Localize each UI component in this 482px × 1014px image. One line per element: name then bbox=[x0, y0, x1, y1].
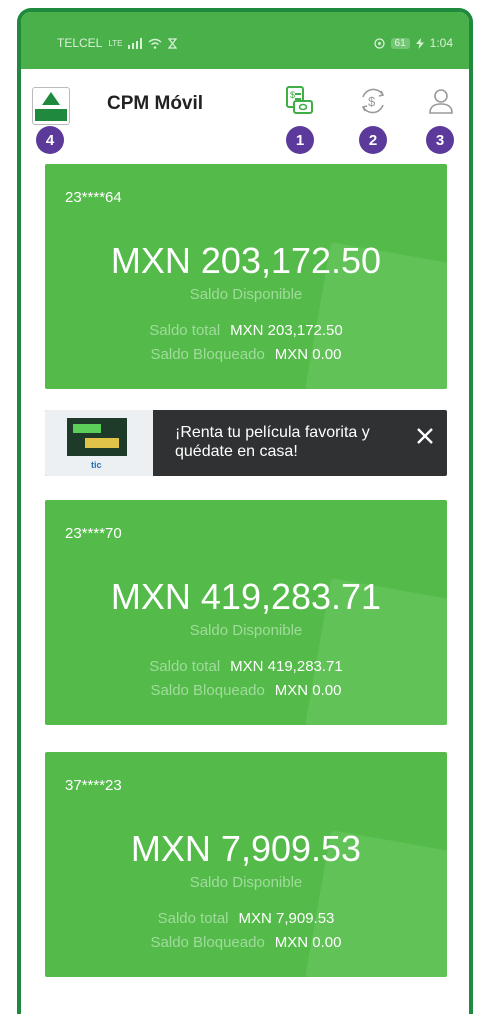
ad-screen-shape bbox=[85, 438, 119, 448]
ad-banner[interactable]: tic ¡Renta tu película favorita y quédat… bbox=[45, 410, 447, 476]
app-title: CPM Móvil bbox=[107, 93, 204, 114]
blocked-label: Saldo Bloqueado bbox=[150, 346, 265, 363]
available-label: Saldo Disponible bbox=[189, 874, 303, 891]
status-right: 61 1:04 bbox=[373, 36, 453, 50]
badge-4: 4 bbox=[36, 126, 64, 154]
cash-transfer-button[interactable]: $ bbox=[281, 83, 317, 119]
available-balance: MXN 203,172.50 bbox=[110, 240, 382, 281]
blocked-value: MXN 0.00 bbox=[274, 346, 342, 363]
total-balance-row: Saldo total MXN 203,172.50 bbox=[45, 322, 447, 339]
badge-2: 2 bbox=[359, 126, 387, 154]
blocked-value: MXN 0.00 bbox=[274, 934, 342, 951]
network-label: LTE bbox=[108, 38, 123, 48]
currency-exchange-button[interactable]: $ bbox=[355, 83, 391, 119]
account-number: 23****70 bbox=[65, 525, 122, 542]
blocked-value: MXN 0.00 bbox=[274, 682, 342, 699]
clock: 1:04 bbox=[429, 36, 453, 50]
total-value: MXN 419,283.71 bbox=[230, 658, 343, 675]
status-bar: TELCEL LTE 61 1:04 bbox=[21, 12, 469, 69]
signal-icon bbox=[128, 37, 143, 49]
blocked-balance-row: Saldo Bloqueado MXN 0.00 bbox=[45, 682, 447, 699]
account-card[interactable]: 37****23 MXN 7,909.53 Saldo Disponible S… bbox=[45, 752, 447, 977]
cash-transfer-icon: $ bbox=[286, 86, 313, 114]
blocked-label: Saldo Bloqueado bbox=[150, 934, 265, 951]
available-label: Saldo Disponible bbox=[189, 286, 303, 303]
available-balance: MXN 7,909.53 bbox=[130, 828, 362, 869]
total-value: MXN 203,172.50 bbox=[230, 322, 343, 339]
ad-screen-shape bbox=[73, 424, 101, 433]
wifi-icon bbox=[148, 38, 162, 49]
badge-1: 1 bbox=[286, 126, 314, 154]
blocked-balance-row: Saldo Bloqueado MXN 0.00 bbox=[45, 346, 447, 363]
ad-tv-screen bbox=[67, 418, 127, 456]
total-label: Saldo total bbox=[149, 322, 221, 339]
blocked-balance-row: Saldo Bloqueado MXN 0.00 bbox=[45, 934, 447, 951]
logo-text-plate bbox=[35, 109, 67, 121]
available-label: Saldo Disponible bbox=[189, 622, 303, 639]
badge-3: 3 bbox=[426, 126, 454, 154]
currency-exchange-icon: $ bbox=[361, 88, 385, 114]
blocked-label: Saldo Bloqueado bbox=[150, 682, 265, 699]
hourglass-icon bbox=[168, 37, 178, 49]
user-profile-icon bbox=[429, 89, 453, 114]
account-number: 23****64 bbox=[65, 189, 122, 206]
phone-frame: TELCEL LTE 61 1:04 CPM Móvil $ $ 4 1 2 3… bbox=[17, 8, 473, 1014]
total-label: Saldo total bbox=[149, 658, 221, 675]
available-balance: MXN 419,283.71 bbox=[110, 576, 382, 617]
svg-text:$: $ bbox=[368, 94, 376, 109]
ad-message: ¡Renta tu película favorita y quédate en… bbox=[175, 424, 370, 460]
caja-popular-logo[interactable] bbox=[32, 87, 70, 125]
user-profile-button[interactable] bbox=[423, 83, 459, 119]
total-label: Saldo total bbox=[157, 910, 229, 927]
status-left: TELCEL LTE bbox=[57, 36, 178, 50]
total-balance-row: Saldo total MXN 419,283.71 bbox=[45, 658, 447, 675]
carrier-label: TELCEL bbox=[57, 36, 103, 50]
account-card[interactable]: 23****64 MXN 203,172.50 Saldo Disponible… bbox=[45, 164, 447, 389]
charging-icon bbox=[415, 37, 424, 49]
total-value: MXN 7,909.53 bbox=[238, 910, 335, 927]
app-bar: CPM Móvil $ $ 4 1 2 3 bbox=[21, 69, 469, 171]
location-icon bbox=[373, 37, 385, 49]
close-icon bbox=[417, 428, 433, 444]
ad-brand: tic bbox=[91, 460, 102, 470]
ad-close-button[interactable] bbox=[413, 424, 437, 448]
ad-thumbnail: tic bbox=[45, 410, 153, 476]
total-balance-row: Saldo total MXN 7,909.53 bbox=[45, 910, 447, 927]
account-number: 37****23 bbox=[65, 777, 122, 794]
svg-text:$: $ bbox=[290, 90, 295, 100]
battery-level: 61 bbox=[390, 37, 410, 49]
account-card[interactable]: 23****70 MXN 419,283.71 Saldo Disponible… bbox=[45, 500, 447, 725]
logo-triangle bbox=[42, 92, 60, 105]
